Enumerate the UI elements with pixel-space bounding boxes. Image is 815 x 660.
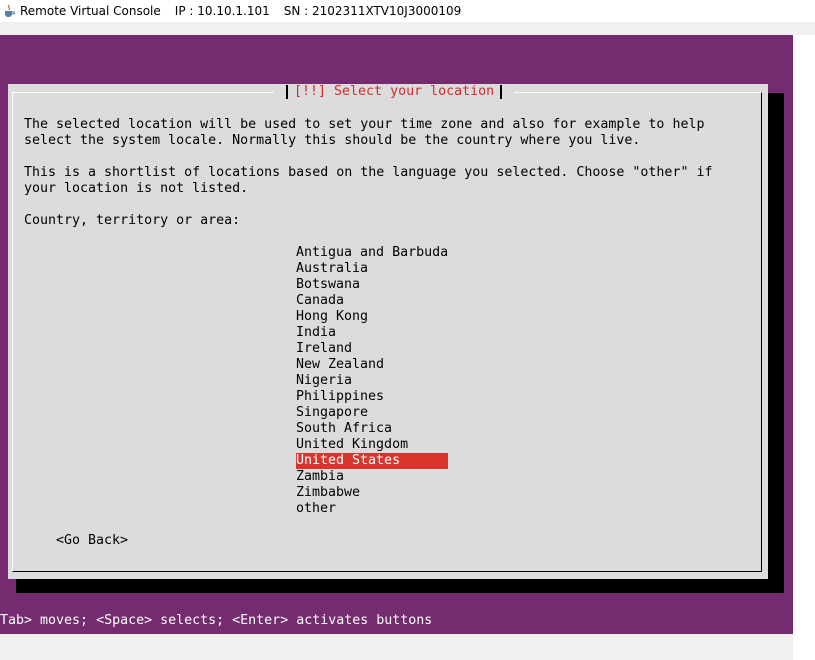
country-option[interactable]: Nigeria [296,373,448,389]
country-option-other[interactable]: other [296,501,448,517]
java-coffee-cup-icon [3,4,15,18]
country-option[interactable]: Antigua and Barbuda [296,245,448,261]
country-option[interactable]: Zambia [296,469,448,485]
country-option[interactable]: New Zealand [296,357,448,373]
description-paragraph: The selected location will be used to se… [24,117,705,148]
country-option[interactable]: India [296,325,448,341]
dialog-shadow-bottom [16,579,784,593]
country-option[interactable]: South Africa [296,421,448,437]
country-option[interactable]: United Kingdom [296,437,448,453]
keyboard-help-status-line: Tab> moves; <Space> selects; <Enter> act… [0,613,433,628]
dialog-shadow [768,93,784,593]
country-list[interactable]: Antigua and Barbuda Australia Botswana C… [296,245,448,517]
titlebar-separator [0,22,815,35]
window-bottom-margin [0,634,793,660]
country-option-selected[interactable]: United States [296,453,448,469]
window-title: Remote Virtual Console [20,4,161,18]
country-option[interactable]: Hong Kong [296,309,448,325]
ip-address: IP : 10.10.1.101 [174,4,270,18]
country-prompt: Country, territory or area: [24,213,241,228]
country-option[interactable]: Botswana [296,277,448,293]
serial-number: SN : 2102311XTV10J3000109 [283,4,462,18]
window-title-bar: Remote Virtual Console IP : 10.10.1.101 … [0,0,815,22]
shortlist-note: This is a shortlist of locations based o… [24,165,713,196]
country-option[interactable]: Ireland [296,341,448,357]
go-back-button[interactable]: <Go Back> [56,533,128,549]
remote-console-screen[interactable]: [!!] Select your location The selected l… [0,35,793,634]
country-option[interactable]: Singapore [296,405,448,421]
country-option[interactable]: Canada [296,293,448,309]
dialog-title: [!!] Select your location [294,84,495,99]
country-option[interactable]: Australia [296,261,448,277]
country-option[interactable]: Philippines [296,389,448,405]
dialog-title-bar: [!!] Select your location [274,84,515,100]
select-location-dialog: [!!] Select your location The selected l… [8,84,768,579]
country-option[interactable]: Zimbabwe [296,485,448,501]
window-right-margin [793,35,815,660]
